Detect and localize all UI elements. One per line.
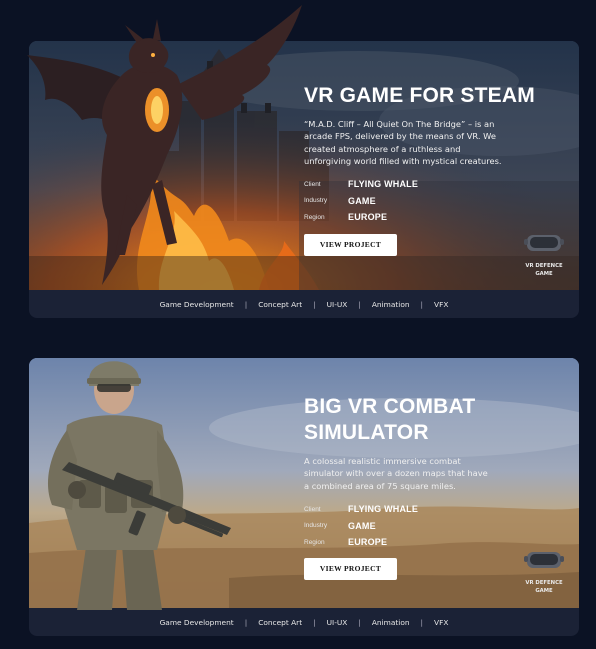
project-info: VR GAME FOR STEAM “M.A.D. Cliff – All Qu…: [304, 83, 569, 256]
meta-region: Region EUROPE: [304, 209, 569, 226]
project-description: “M.A.D. Cliff – All Quiet On The Bridge”…: [304, 119, 502, 166]
vr-headset-icon: [524, 235, 564, 251]
client-label: Client: [304, 505, 321, 513]
tag-concept-art[interactable]: Concept Art: [258, 618, 302, 627]
industry-label: Industry: [304, 197, 328, 205]
industry-value: GAME: [348, 520, 376, 531]
tag-game-development[interactable]: Game Development: [160, 618, 234, 627]
meta-client: Client FLYING WHALE: [304, 501, 569, 518]
region-value: EUROPE: [348, 537, 388, 548]
project-meta: Client FLYING WHALE Industry GAME Region…: [304, 176, 569, 226]
tag-ui-ux[interactable]: UI-UX: [327, 618, 348, 627]
project-card-vr-game: VR GAME FOR STEAM “M.A.D. Cliff – All Qu…: [27, 5, 579, 318]
project-description: A colossal realistic immersive combat si…: [304, 456, 488, 491]
tag-vfx[interactable]: VFX: [434, 300, 448, 309]
tag-game-development[interactable]: Game Development: [160, 300, 234, 309]
tag-concept-art[interactable]: Concept Art: [258, 300, 302, 309]
view-project-button[interactable]: VIEW PROJECT: [304, 558, 397, 581]
meta-industry: Industry GAME: [304, 193, 569, 210]
tag-animation[interactable]: Animation: [372, 618, 410, 627]
meta-industry: Industry GAME: [304, 517, 569, 534]
tag-ui-ux[interactable]: UI-UX: [327, 300, 348, 309]
region-value: EUROPE: [348, 212, 388, 223]
region-label: Region: [304, 538, 325, 546]
project-title: BIG VR COMBAT SIMULATOR: [304, 394, 569, 446]
project-tags: Game Development | Concept Art | UI-UX |…: [159, 617, 449, 627]
badge-line-1: VR DEFENCE: [525, 263, 563, 269]
tag-vfx[interactable]: VFX: [434, 618, 448, 627]
vr-headset-icon: [524, 552, 564, 568]
vr-badge: VR DEFENCE GAME: [523, 231, 565, 278]
badge-line-2: GAME: [535, 588, 553, 594]
project-card-combat-simulator: BIG VR COMBAT SIMULATOR A colossal reali…: [29, 358, 579, 636]
badge-line-1: VR DEFENCE: [525, 580, 563, 586]
meta-client: Client FLYING WHALE: [304, 176, 569, 193]
industry-value: GAME: [348, 195, 376, 206]
project-meta: Client FLYING WHALE Industry GAME Region…: [304, 501, 569, 551]
region-label: Region: [304, 213, 325, 221]
project-tags: Game Development | Concept Art | UI-UX |…: [159, 299, 449, 309]
client-value: FLYING WHALE: [348, 179, 419, 190]
vr-badge: VR DEFENCE GAME: [523, 548, 565, 595]
project-title: VR GAME FOR STEAM: [304, 84, 535, 107]
tag-animation[interactable]: Animation: [372, 300, 410, 309]
client-label: Client: [304, 180, 321, 188]
project-title-line-1: BIG VR COMBAT: [304, 395, 476, 418]
industry-label: Industry: [304, 522, 328, 530]
project-title-line-2: SIMULATOR: [304, 421, 429, 444]
view-project-button[interactable]: VIEW PROJECT: [304, 233, 397, 256]
badge-line-2: GAME: [535, 271, 553, 277]
client-value: FLYING WHALE: [348, 504, 419, 515]
